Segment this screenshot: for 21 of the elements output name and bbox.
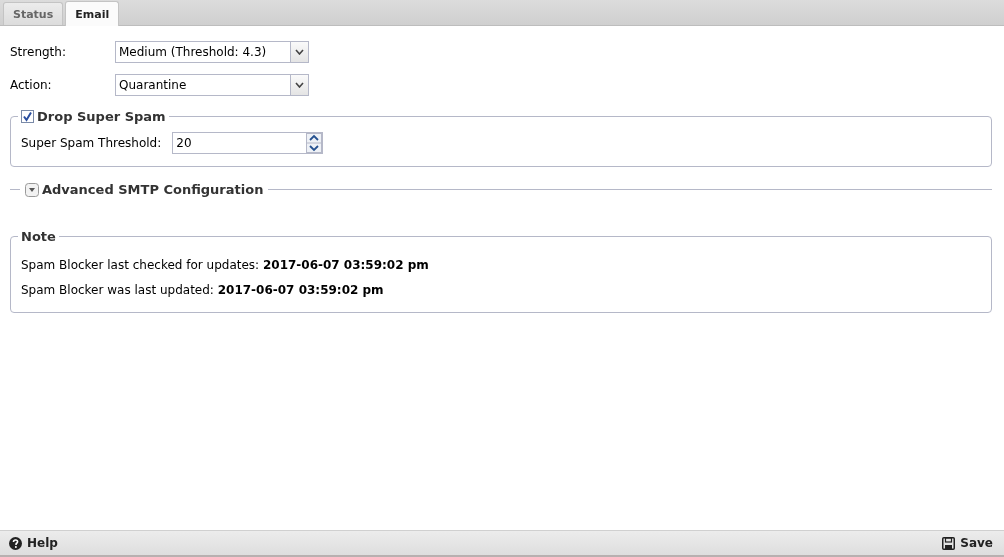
checkbox[interactable] [21, 109, 34, 123]
toggle-icon[interactable] [25, 182, 39, 197]
caret-icon [295, 82, 304, 88]
tab[interactable]: Email [65, 1, 120, 26]
field-label: Super Spam Threshold: [21, 136, 162, 150]
help-button[interactable]: Help [6, 534, 61, 552]
note-text: Spam Blocker was last updated: 2017-06-07 03:59:02 pm [21, 283, 385, 297]
dropdown[interactable]: Quarantine [115, 74, 309, 96]
dropdown[interactable]: Medium (Threshold: 4.3) [115, 41, 309, 63]
field-label: Action: [10, 78, 53, 92]
tab[interactable]: Status [3, 2, 64, 25]
caret-icon [295, 49, 304, 55]
help-icon [9, 536, 22, 550]
section-title: Drop Super Spam [37, 108, 166, 124]
field-label: Strength: [10, 45, 67, 59]
note-text: Spam Blocker last checked for updates: 2017-06-07 03:59:02 pm [21, 258, 430, 272]
spinner-arrows-icon[interactable] [306, 133, 323, 153]
save-button[interactable]: Save [939, 534, 996, 552]
section-title: Advanced SMTP Configuration [42, 182, 264, 197]
number-field[interactable]: 20 [172, 132, 324, 154]
section-title: Note [21, 228, 56, 244]
